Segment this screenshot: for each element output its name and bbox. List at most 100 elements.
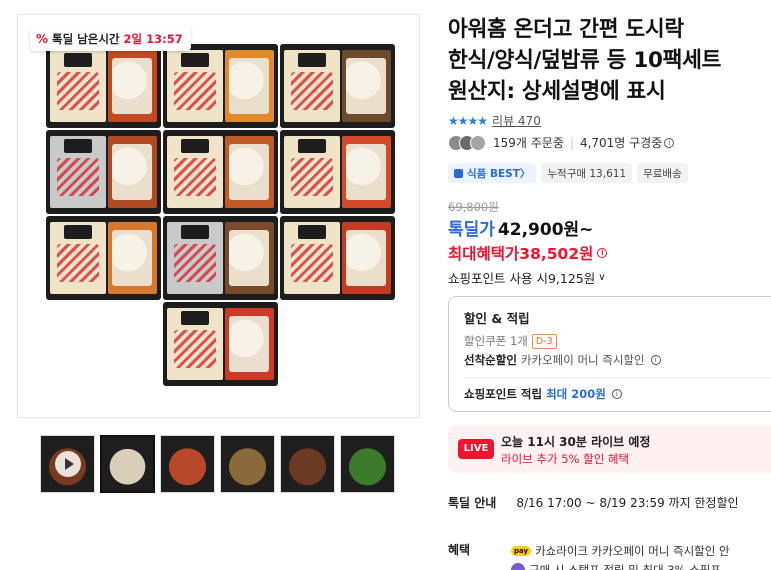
label-graphic [174,72,216,110]
rice-portion [112,230,152,286]
info-icon[interactable]: i [611,389,622,399]
deal-timer-time: 2일 13:57 [123,32,183,46]
tray-label [167,308,223,380]
dday-badge: D-3 [531,333,557,349]
meal-tray [46,130,161,214]
tray-label [167,136,223,208]
meal-tray [163,216,278,300]
divider: | [569,135,574,150]
meal-tray [280,216,395,300]
rice-portion [112,144,152,200]
cumulative-purchase-tag: 누적구매 13,611 [541,163,633,183]
deal-timer-label: 톡딜 남은시간 [52,32,120,46]
tray-label [284,136,340,208]
food-compartment [108,50,157,122]
image-thumbnail[interactable] [100,435,155,493]
star-rating-icon: ★★★★ [448,113,488,128]
tray-label [50,136,106,208]
rice-portion [229,58,269,114]
rating-row: ★★★★ 리뷰 470 [448,112,541,129]
info-icon[interactable]: i [664,137,675,148]
brand-logo [64,53,92,67]
label-graphic [57,158,99,196]
tray-label [167,50,223,122]
divider [464,377,771,378]
image-thumbnail[interactable] [160,435,215,493]
percent-icon: % [36,32,49,46]
brand-logo [298,53,326,67]
shopping-point-row: 쇼핑포인트 적립 최대 200원 i [464,386,622,402]
label-graphic [57,72,99,110]
meal-tray [163,302,278,386]
review-link[interactable]: 리뷰 470 [492,112,541,129]
discount-benefit-box: 할인 & 적립 할인쿠폰 1개 D-3 선착순할인 카카오페이 머니 즉시할인 … [448,296,771,412]
point-use-dropdown[interactable]: 쇼핑포인트 사용 시9,125원 ∨ [448,268,606,287]
stamp-icon [511,563,525,570]
deal-info-period: 8/16 17:00 ~ 8/19 23:59 까지 한정할인 [516,496,739,510]
rice-portion [346,230,386,286]
video-thumbnail[interactable] [40,435,95,493]
brand-logo [181,139,209,153]
food-compartment [225,222,274,294]
tray-label [50,222,106,294]
meal-tray [163,130,278,214]
buyer-avatars [448,134,486,151]
food-compartment [108,136,157,208]
benefits-label: 혜택 [448,543,471,557]
main-product-image[interactable]: % 톡딜 남은시간 2일 13:57 [17,14,420,418]
meal-tray [163,44,278,128]
tray-label [284,222,340,294]
food-compartment [342,50,391,122]
meal-tray [46,216,161,300]
viewer-count: 4,701명 구경중 [579,136,663,150]
kakaopay-icon: pay [511,546,532,556]
chevron-down-icon: ∨ [598,272,606,283]
shield-icon [454,168,463,178]
rice-portion [229,144,269,200]
label-graphic [174,244,216,282]
label-graphic [174,330,216,368]
original-price: 69,800원 [448,200,499,214]
tag-row: 식품 BEST〉 누적구매 13,611 무료배송 [448,163,688,183]
label-graphic [291,244,333,282]
avatar [470,134,486,151]
food-compartment [342,222,391,294]
live-schedule: 오늘 11시 30분 라이브 예정 [501,435,651,449]
brand-logo [298,225,326,239]
food-compartment [108,222,157,294]
live-notice[interactable]: LIVE 오늘 11시 30분 라이브 예정 라이브 추가 5% 할인 혜택 [448,425,771,473]
food-compartment [225,50,274,122]
benefit-line: 구매 시 스탬프 적립 및 최대 3% 쇼핑포 [511,562,721,570]
rice-portion [229,316,269,372]
first-come-discount-row: 선착순할인 카카오페이 머니 즉시할인 i [464,352,661,368]
coupon-row[interactable]: 할인쿠폰 1개 D-3 [464,333,557,349]
brand-logo [64,225,92,239]
meal-tray [280,44,395,128]
rice-portion [346,58,386,114]
product-title: 아워홈 온더고 간편 도시락 한식/양식/덮밥류 등 10팩세트 원산지: 상세… [448,17,722,104]
food-compartment [225,136,274,208]
image-thumbnail[interactable] [280,435,335,493]
info-icon[interactable]: i [650,355,661,365]
deal-price-label: 톡딜가 [448,220,495,240]
rice-portion [346,144,386,200]
deal-timer-badge: % 톡딜 남은시간 2일 13:57 [30,27,191,51]
deal-price-amount: 42,900원~ [497,220,594,240]
benefit-line: pay 카쇼라이크 카카오페이 머니 즉시할인 안 [511,543,730,559]
brand-logo [181,53,209,67]
image-thumbnail[interactable] [340,435,395,493]
food-best-tag[interactable]: 식품 BEST〉 [448,163,537,183]
image-thumbnail[interactable] [220,435,275,493]
deal-price: 톡딜가 42,900원~ [448,215,593,240]
meal-tray [46,44,161,128]
label-graphic [57,244,99,282]
live-discount: 라이브 추가 5% 할인 혜택 [501,452,630,466]
label-graphic [174,158,216,196]
label-graphic [291,158,333,196]
orders-count: 159개 주문중 [493,136,564,150]
tray-label [167,222,223,294]
meal-tray [280,130,395,214]
info-icon[interactable]: i [597,248,608,258]
free-shipping-tag: 무료배송 [637,163,688,183]
brand-logo [298,139,326,153]
